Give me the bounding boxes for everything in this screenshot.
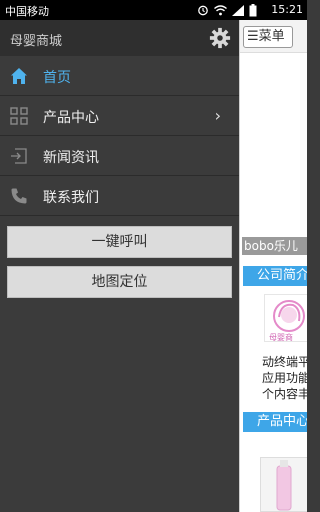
news-icon <box>11 148 27 164</box>
drawer-header: 母婴商城 <box>0 20 239 56</box>
nav-item-label: 新闻资讯 <box>43 150 99 166</box>
battery-icon <box>249 3 257 16</box>
phone-icon <box>11 188 27 204</box>
nav-item-label: 产品中心 <box>43 110 99 126</box>
company-intro-line: 动终端平 <box>262 355 307 369</box>
nav-item-home[interactable]: 首页 <box>0 56 239 96</box>
logo-text: 母婴商 <box>269 333 293 342</box>
company-logo: 母婴商 <box>264 294 307 342</box>
drawer-title: 母婴商城 <box>10 34 63 49</box>
section-title-company[interactable]: 公司简介 <box>243 266 307 286</box>
alarm-icon <box>198 5 208 16</box>
clock: 15:21 <box>271 3 303 16</box>
map-location-button[interactable]: 地图定位 <box>7 266 232 298</box>
signal-icon <box>232 4 244 16</box>
banner-caption: bobo乐儿 <box>242 237 307 255</box>
status-icons <box>197 3 257 17</box>
product-bottle-icon <box>276 460 292 511</box>
menu-button[interactable]: ☰菜单 <box>243 26 293 48</box>
gear-icon[interactable] <box>209 27 231 49</box>
company-intro-line: 应用功能 <box>262 371 307 385</box>
home-icon <box>11 68 27 84</box>
nav-item-contact[interactable]: 联系我们 <box>0 176 239 216</box>
main-content: ☰菜单 bobo乐儿 公司简介 母婴商 动终端平 应用功能 个内容丰 产品中心 <box>239 20 307 512</box>
call-button[interactable]: 一键呼叫 <box>7 226 232 258</box>
company-intro-line: 个内容丰 <box>262 387 307 401</box>
nav-item-label: 联系我们 <box>43 190 99 206</box>
nav-item-label: 首页 <box>43 70 71 86</box>
nav-item-news[interactable]: 新闻资讯 <box>0 136 239 176</box>
navigation-drawer: 母婴商城 首页 产品中心 › 新闻资讯 联系我们 一键呼叫 地图定位 <box>0 20 239 512</box>
top-bar: ☰菜单 <box>240 20 307 53</box>
section-title-products[interactable]: 产品中心 <box>243 412 307 432</box>
carrier-label: 中国移动 <box>5 5 49 18</box>
wifi-icon <box>214 4 227 15</box>
grid-icon <box>10 107 28 125</box>
chevron-right-icon: › <box>214 106 221 125</box>
nav-item-products[interactable]: 产品中心 › <box>0 96 239 136</box>
product-image[interactable] <box>260 457 307 512</box>
status-bar: 中国移动 15:21 <box>0 0 307 20</box>
